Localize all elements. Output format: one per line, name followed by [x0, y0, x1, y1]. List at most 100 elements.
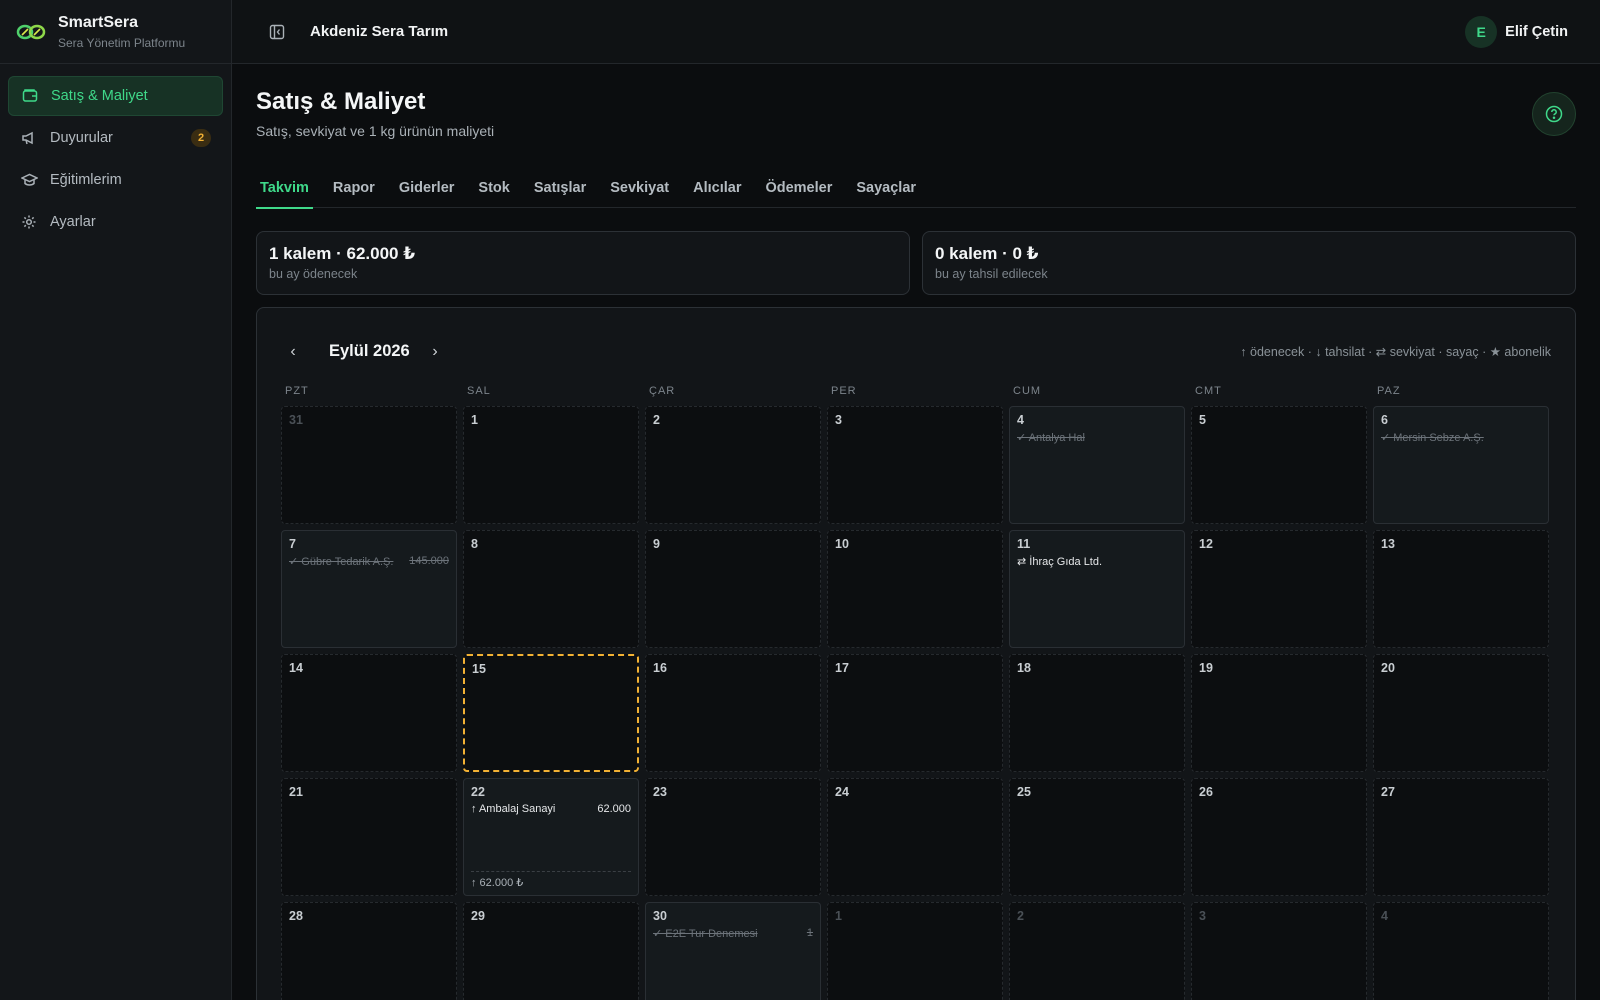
- calendar-day[interactable]: 18: [1009, 654, 1185, 772]
- calendar-day[interactable]: 1: [463, 406, 639, 524]
- day-number: 12: [1199, 537, 1213, 551]
- calendar-day[interactable]: 29: [463, 902, 639, 1000]
- day-number: 1: [835, 909, 842, 923]
- tab-shipment[interactable]: Sevkiyat: [606, 168, 673, 208]
- sidebar-item-label: Satış & Maliyet: [51, 88, 148, 104]
- payable-label: bu ay ödenecek: [269, 267, 358, 281]
- calendar-day[interactable]: 10: [827, 530, 1003, 648]
- calendar-event[interactable]: ✓ Mersin Sebze A.Ş.: [1381, 431, 1541, 444]
- day-number: 30: [653, 909, 667, 923]
- calendar-day[interactable]: 4 ✓ Antalya Hal: [1009, 406, 1185, 524]
- calendar-day[interactable]: 5: [1191, 406, 1367, 524]
- tab-report[interactable]: Rapor: [329, 168, 379, 208]
- calendar-event[interactable]: ✓ E2E Tur Denemesi 1: [653, 927, 813, 940]
- day-number: 19: [1199, 661, 1213, 675]
- help-button[interactable]: [1532, 92, 1576, 136]
- calendar-event[interactable]: ⇄ İhraç Gıda Ltd.: [1017, 555, 1177, 568]
- next-month-button[interactable]: ›: [423, 340, 447, 364]
- calendar-day[interactable]: 28: [281, 902, 457, 1000]
- weekday-label: PAZ: [1377, 385, 1401, 397]
- calendar-day[interactable]: 23: [645, 778, 821, 896]
- day-number: 8: [471, 537, 478, 551]
- calendar-day[interactable]: 11 ⇄ İhraç Gıda Ltd.: [1009, 530, 1185, 648]
- calendar-day[interactable]: 7 ✓ Gübre Tedarik A.Ş. 145.000: [281, 530, 457, 648]
- event-title: ↑ Ambalaj Sanayi: [471, 803, 556, 815]
- sidebar-item-label: Ayarlar: [50, 214, 96, 230]
- calendar-day[interactable]: 6 ✓ Mersin Sebze A.Ş.: [1373, 406, 1549, 524]
- sidebar: SmartSera Sera Yönetim Platformu Satış &…: [0, 0, 232, 1000]
- event-title: ✓ E2E Tur Denemesi: [653, 928, 758, 940]
- tab-calendar[interactable]: Takvim: [256, 168, 313, 209]
- weekday-label: ÇAR: [649, 385, 676, 397]
- brand[interactable]: SmartSera Sera Yönetim Platformu: [0, 0, 231, 64]
- tab-sales[interactable]: Satışlar: [530, 168, 590, 208]
- calendar-event[interactable]: ✓ Antalya Hal: [1017, 431, 1177, 444]
- tab-buyers[interactable]: Alıcılar: [689, 168, 745, 208]
- organization-name: Akdeniz Sera Tarım: [310, 23, 449, 40]
- day-number: 6: [1381, 413, 1388, 427]
- day-number: 23: [653, 785, 667, 799]
- calendar-day[interactable]: 17: [827, 654, 1003, 772]
- calendar-day[interactable]: 19: [1191, 654, 1367, 772]
- sidebar-item-announcements[interactable]: Duyurular 2: [8, 118, 223, 158]
- event-amount: 145.000: [409, 555, 449, 567]
- calendar-day[interactable]: 1: [827, 902, 1003, 1000]
- calendar-day[interactable]: 20: [1373, 654, 1549, 772]
- calendar-day[interactable]: 8: [463, 530, 639, 648]
- calendar-day[interactable]: 4: [1373, 902, 1549, 1000]
- day-number: 25: [1017, 785, 1031, 799]
- calendar-day[interactable]: 22 ↑ Ambalaj Sanayi 62.000 ↑ 62.000 ₺: [463, 778, 639, 896]
- day-number: 1: [471, 413, 478, 427]
- calendar-day-today[interactable]: 15: [463, 654, 639, 772]
- sidebar-item-sales-cost[interactable]: Satış & Maliyet: [8, 76, 223, 116]
- calendar-event[interactable]: ✓ Gübre Tedarik A.Ş. 145.000: [289, 555, 449, 568]
- calendar-day[interactable]: 21: [281, 778, 457, 896]
- tab-meters[interactable]: Sayaçlar: [852, 168, 920, 208]
- graduation-cap-icon: [20, 171, 38, 189]
- tab-payments[interactable]: Ödemeler: [761, 168, 836, 208]
- calendar-day[interactable]: 14: [281, 654, 457, 772]
- calendar-day[interactable]: 3: [827, 406, 1003, 524]
- calendar-day[interactable]: 2: [1009, 902, 1185, 1000]
- day-number: 26: [1199, 785, 1213, 799]
- day-number: 2: [1017, 909, 1024, 923]
- day-number: 20: [1381, 661, 1395, 675]
- calendar-event[interactable]: ↑ Ambalaj Sanayi 62.000: [471, 803, 631, 815]
- user-menu[interactable]: E Elif Çetin: [1465, 16, 1568, 48]
- calendar-day[interactable]: 13: [1373, 530, 1549, 648]
- day-number: 11: [1017, 537, 1031, 551]
- calendar-day[interactable]: 25: [1009, 778, 1185, 896]
- weekday-label: PER: [831, 385, 857, 397]
- calendar-day[interactable]: 26: [1191, 778, 1367, 896]
- day-number: 16: [653, 661, 667, 675]
- weekday-label: CUM: [1013, 385, 1042, 397]
- sidebar-toggle-icon[interactable]: [266, 21, 288, 43]
- day-number: 9: [653, 537, 660, 551]
- calendar-day[interactable]: 16: [645, 654, 821, 772]
- calendar-day[interactable]: 3: [1191, 902, 1367, 1000]
- day-number: 2: [653, 413, 660, 427]
- day-number: 15: [472, 662, 486, 676]
- event-amount: 1: [806, 927, 813, 939]
- prev-month-button[interactable]: ‹: [281, 340, 305, 364]
- day-total: ↑ 62.000 ₺: [471, 871, 631, 889]
- day-number: 28: [289, 909, 303, 923]
- tab-stock[interactable]: Stok: [474, 168, 513, 208]
- day-number: 5: [1199, 413, 1206, 427]
- receivable-summary-card: 0 kalem · 0 ₺ bu ay tahsil edilecek: [922, 231, 1576, 295]
- calendar-day[interactable]: 2: [645, 406, 821, 524]
- calendar-day[interactable]: 9: [645, 530, 821, 648]
- tab-expenses[interactable]: Giderler: [395, 168, 459, 208]
- calendar-day[interactable]: 24: [827, 778, 1003, 896]
- calendar-header: ‹ Eylül 2026 › ↑ ödenecek · ↓ tahsilat ·…: [281, 340, 1551, 364]
- calendar-day[interactable]: 30 ✓ E2E Tur Denemesi 1: [645, 902, 821, 1000]
- weekday-label: PZT: [285, 385, 309, 397]
- calendar-day[interactable]: 27: [1373, 778, 1549, 896]
- calendar-day[interactable]: 31: [281, 406, 457, 524]
- day-number: 24: [835, 785, 849, 799]
- calendar-day[interactable]: 12: [1191, 530, 1367, 648]
- sidebar-item-trainings[interactable]: Eğitimlerim: [8, 160, 223, 200]
- day-number: 13: [1381, 537, 1395, 551]
- sidebar-item-settings[interactable]: Ayarlar: [8, 202, 223, 242]
- day-number: 3: [1199, 909, 1206, 923]
